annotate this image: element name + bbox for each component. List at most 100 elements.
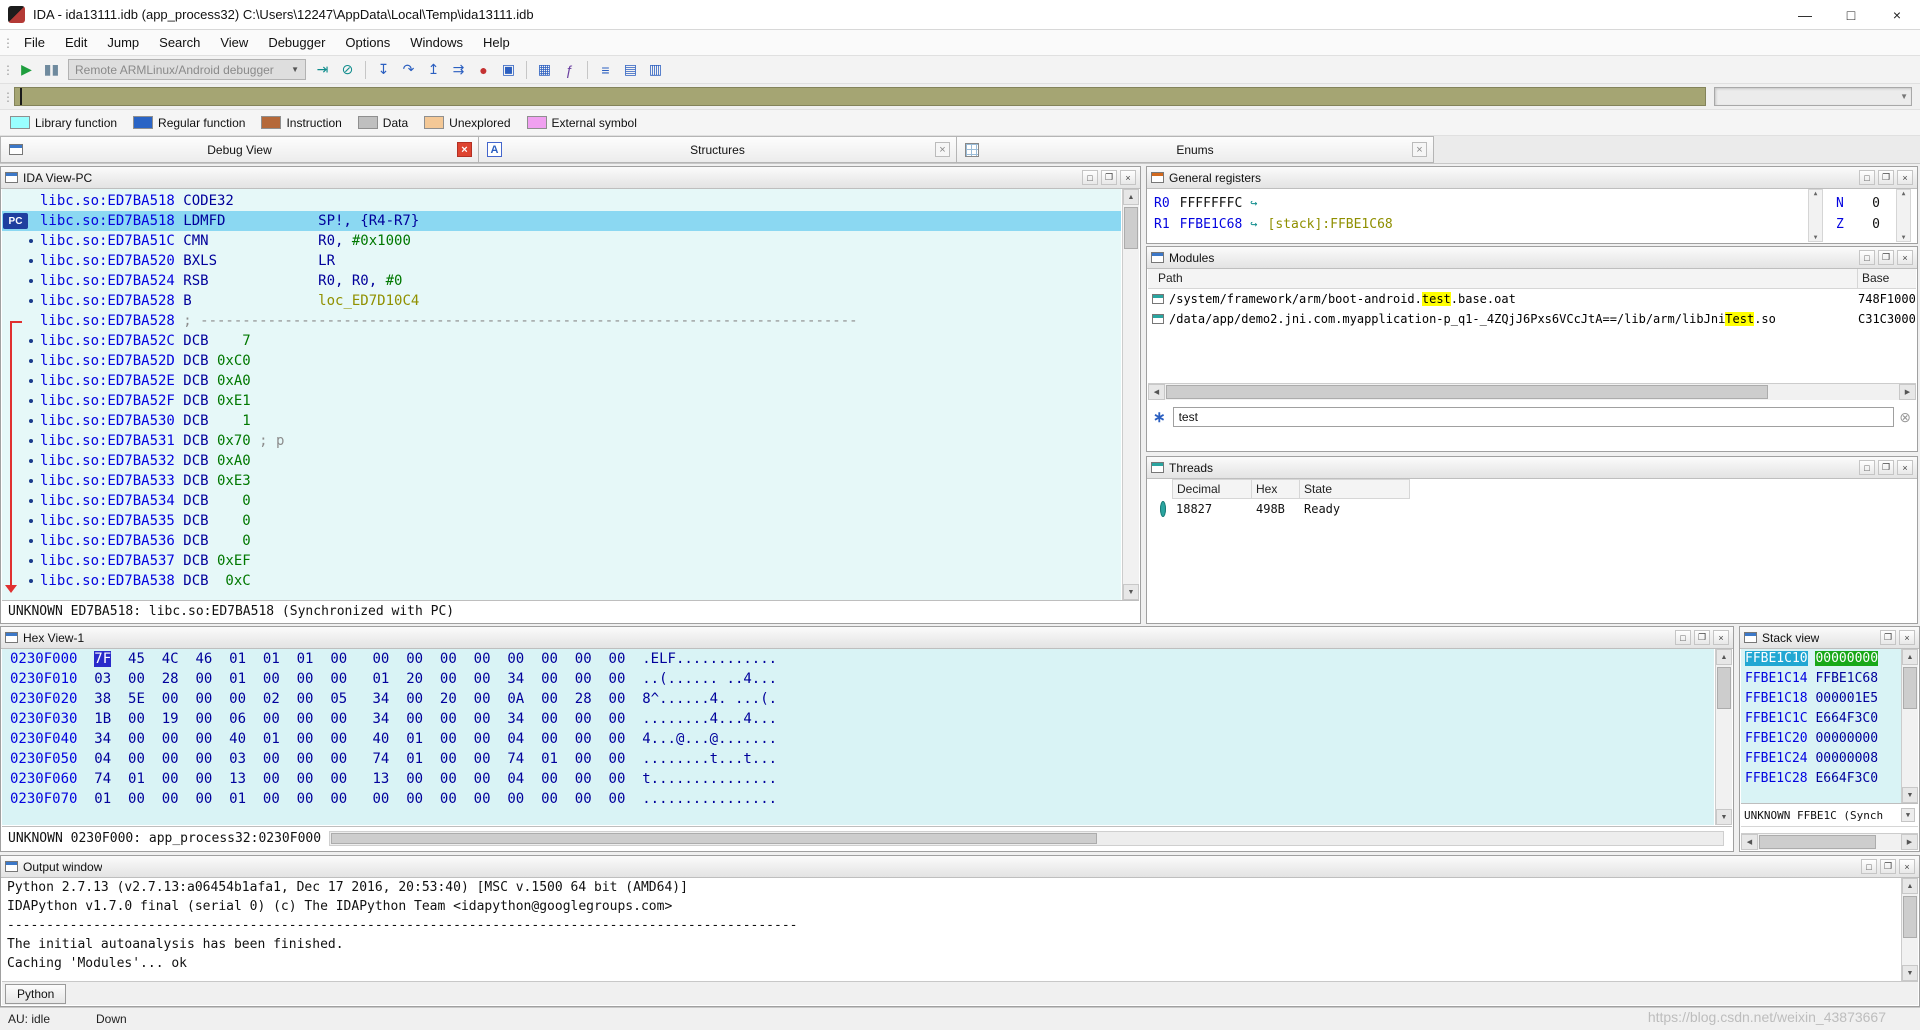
panel-float-icon[interactable]: ❐ — [1101, 170, 1117, 185]
register-row[interactable]: R0 FFFFFFFC ↪ — [1148, 193, 1798, 214]
ida-view-titlebar[interactable]: IDA View-PC □ ❐ × — [1, 167, 1140, 189]
stop-process-icon[interactable]: ⊘ — [336, 59, 359, 81]
scroll-up-icon[interactable]: ▲ — [1123, 189, 1139, 205]
tab-close-icon[interactable]: × — [1412, 142, 1427, 157]
scrollbar-thumb[interactable] — [1166, 385, 1768, 399]
threads-column-hex[interactable]: Hex — [1252, 479, 1300, 499]
hex-row[interactable]: 0230F020 38 5E 00 00 00 02 00 05 34 00 2… — [2, 689, 1714, 709]
menu-file[interactable]: File — [14, 30, 55, 55]
follow-arrow-icon[interactable]: ↪ — [1250, 217, 1257, 231]
disasm-line[interactable]: PC libc.so:ED7BA518 LDMFD SP!, {R4-R7} — [2, 211, 1121, 231]
disasm-line[interactable]: libc.so:ED7BA535 DCB 0 — [2, 511, 1121, 531]
scroll-left-icon[interactable]: ◀ — [1741, 834, 1758, 850]
start-process-icon[interactable]: ▶ — [15, 59, 38, 81]
scroll-right-icon[interactable]: ▶ — [1901, 834, 1918, 850]
hex-scrollbar[interactable]: ▲ ▼ — [1715, 649, 1732, 825]
segments-toolbar-icon[interactable]: ▥ — [644, 59, 667, 81]
scroll-down-icon[interactable]: ▼ — [1123, 584, 1139, 600]
debugger-selector[interactable]: Remote ARMLinux/Android debugger ▼ — [68, 59, 306, 80]
scrollbar-thumb[interactable] — [1759, 835, 1877, 849]
open-subviews-icon[interactable]: ▦ — [533, 59, 556, 81]
tab-close-icon[interactable]: × — [457, 142, 472, 157]
panel-float-icon[interactable]: ❐ — [1880, 630, 1896, 645]
disasm-line[interactable]: libc.so:ED7BA532 DCB 0xA0 — [2, 451, 1121, 471]
menu-edit[interactable]: Edit — [55, 30, 97, 55]
clear-filter-icon[interactable]: ⊗ — [1899, 409, 1911, 426]
disasm-line[interactable]: libc.so:ED7BA538 DCB 0xC — [2, 571, 1121, 591]
menu-windows[interactable]: Windows — [400, 30, 473, 55]
tab-close-icon[interactable]: × — [935, 142, 950, 157]
disasm-line[interactable]: libc.so:ED7BA518 CODE32 — [2, 191, 1121, 211]
hex-row[interactable]: 0230F070 01 00 00 00 01 00 00 00 00 00 0… — [2, 789, 1714, 809]
scroll-up-icon[interactable]: ▲ — [1809, 190, 1822, 197]
panel-close-icon[interactable]: × — [1120, 170, 1136, 185]
disasm-line[interactable]: libc.so:ED7BA52C DCB 7 — [2, 331, 1121, 351]
stack-scrollbar[interactable]: ▲ ▼ — [1901, 649, 1918, 803]
modules-column-base[interactable]: Base — [1858, 269, 1916, 288]
hex-content[interactable]: 0230F000 7F 45 4C 46 01 01 01 00 00 00 0… — [2, 649, 1714, 825]
stack-view-titlebar[interactable]: Stack view ❐ × — [1740, 627, 1919, 649]
scroll-down-icon[interactable]: ▼ — [1809, 234, 1822, 241]
modules-column-path[interactable]: Path — [1148, 269, 1858, 288]
panel-close-icon[interactable]: × — [1713, 630, 1729, 645]
toolbar-drag-handle[interactable]: ⋮ — [2, 63, 14, 77]
disassembly-content[interactable]: libc.so:ED7BA518 CODE32 PC libc.so:ED7BA51… — [2, 189, 1121, 600]
scrollbar-thumb[interactable] — [1717, 667, 1731, 709]
hex-row[interactable]: 0230F000 7F 45 4C 46 01 01 01 00 00 00 0… — [2, 649, 1714, 669]
disassembly-scrollbar[interactable]: ▲ ▼ — [1122, 189, 1139, 600]
disasm-line[interactable]: libc.so:ED7BA531 DCB 0x70 ; p — [2, 431, 1121, 451]
scroll-right-icon[interactable]: ▶ — [1899, 384, 1916, 400]
stack-row[interactable]: FFBE1C20 00000000 — [1741, 729, 1918, 749]
navband-drag-handle[interactable]: ⋮ — [2, 90, 14, 104]
enums-toolbar-icon[interactable]: ▤ — [619, 59, 642, 81]
hex-row[interactable]: 0230F010 03 00 28 00 01 00 00 00 01 20 0… — [2, 669, 1714, 689]
menu-debugger[interactable]: Debugger — [258, 30, 335, 55]
disasm-line[interactable]: libc.so:ED7BA524 RSB R0, R0, #0 — [2, 271, 1121, 291]
panel-restore-icon[interactable]: □ — [1859, 250, 1875, 265]
step-into-icon[interactable]: ↧ — [372, 59, 395, 81]
hex-row[interactable]: 0230F030 1B 00 19 00 06 00 00 00 34 00 0… — [2, 709, 1714, 729]
panel-close-icon[interactable]: × — [1899, 630, 1915, 645]
panel-float-icon[interactable]: ❐ — [1878, 460, 1894, 475]
disasm-line[interactable]: libc.so:ED7BA530 DCB 1 — [2, 411, 1121, 431]
modules-filter-input[interactable] — [1172, 407, 1895, 427]
stack-hscrollbar[interactable]: ◀ ▶ — [1741, 833, 1918, 850]
stack-row[interactable]: FFBE1C10 00000000 — [1741, 649, 1918, 669]
disasm-line[interactable]: libc.so:ED7BA520 BXLS LR — [2, 251, 1121, 271]
detach-debugger-icon[interactable]: ⇥ — [311, 59, 334, 81]
panel-close-icon[interactable]: × — [1899, 859, 1915, 874]
hex-row[interactable]: 0230F040 34 00 00 00 40 01 00 00 40 01 0… — [2, 729, 1714, 749]
scroll-up-icon[interactable]: ▲ — [1897, 190, 1910, 197]
tab-enums[interactable]: Enums × — [956, 136, 1434, 163]
scroll-down-icon[interactable]: ▼ — [1902, 965, 1918, 981]
disasm-line[interactable]: libc.so:ED7BA533 DCB 0xE3 — [2, 471, 1121, 491]
panel-float-icon[interactable]: ❐ — [1694, 630, 1710, 645]
menubar-drag-handle[interactable]: ⋮ — [2, 36, 14, 50]
disasm-line[interactable]: libc.so:ED7BA537 DCB 0xEF — [2, 551, 1121, 571]
navigation-range-box[interactable]: ▼ — [1714, 87, 1912, 106]
disasm-line[interactable]: libc.so:ED7BA52F DCB 0xE1 — [2, 391, 1121, 411]
panel-restore-icon[interactable]: □ — [1082, 170, 1098, 185]
stack-row[interactable]: FFBE1C18 000001E5 — [1741, 689, 1918, 709]
scrollbar-thumb[interactable] — [1903, 667, 1917, 709]
scrollbar-thumb[interactable] — [1903, 896, 1917, 938]
panel-float-icon[interactable]: ❐ — [1878, 170, 1894, 185]
panel-close-icon[interactable]: × — [1897, 250, 1913, 265]
registers-scrollbar[interactable]: ▲ ▼ — [1808, 189, 1823, 242]
disasm-line[interactable]: libc.so:ED7BA51C CMN R0, #0x1000 — [2, 231, 1121, 251]
scroll-left-icon[interactable]: ◀ — [1148, 384, 1165, 400]
close-button[interactable]: × — [1874, 0, 1920, 29]
stack-row[interactable]: FFBE1C14 FFBE1C68 — [1741, 669, 1918, 689]
disasm-line[interactable]: libc.so:ED7BA534 DCB 0 — [2, 491, 1121, 511]
menu-search[interactable]: Search — [149, 30, 210, 55]
navigation-band[interactable] — [14, 87, 1706, 106]
menu-help[interactable]: Help — [473, 30, 520, 55]
debugger-options-icon[interactable]: ▣ — [497, 59, 520, 81]
scroll-up-icon[interactable]: ▲ — [1902, 878, 1918, 894]
menu-jump[interactable]: Jump — [97, 30, 149, 55]
threads-titlebar[interactable]: Threads □ ❐ × — [1147, 457, 1917, 479]
scroll-down-icon[interactable]: ▼ — [1716, 809, 1732, 825]
scroll-down-icon[interactable]: ▼ — [1897, 234, 1910, 241]
panel-float-icon[interactable]: ❐ — [1878, 250, 1894, 265]
disasm-line[interactable]: libc.so:ED7BA52D DCB 0xC0 — [2, 351, 1121, 371]
